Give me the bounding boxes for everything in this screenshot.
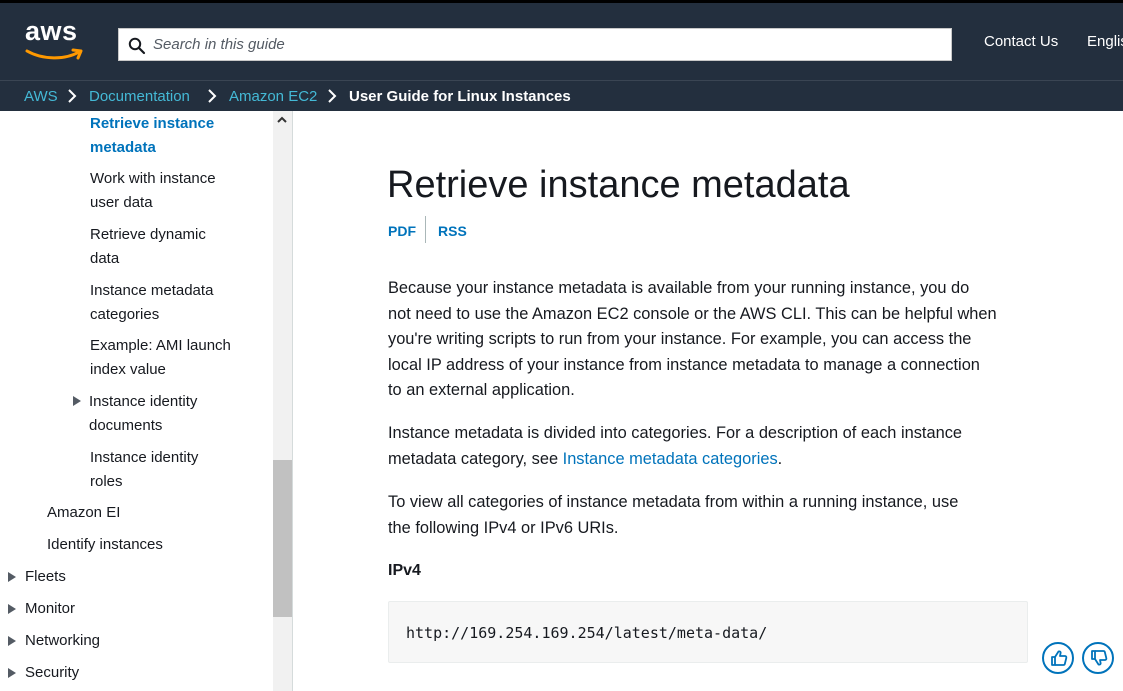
sidebar-item-label: Instance identity <box>90 449 199 466</box>
sidebar-item-label: Work with instance <box>90 170 216 187</box>
sidebar-item-label: Instance identity <box>89 393 198 410</box>
caret-right-icon[interactable] <box>7 668 17 678</box>
sidebar-item-label: roles <box>90 472 123 490</box>
paragraph-line: To view all categories of instance metad… <box>388 493 959 511</box>
sidebar-item-metadata-categories[interactable]: Instance metadata categories <box>90 279 213 326</box>
sidebar-scrollbar-thumb[interactable] <box>273 460 292 617</box>
language-selector[interactable]: Englis <box>1087 33 1123 50</box>
caret-right-icon[interactable] <box>7 604 17 614</box>
search-box[interactable] <box>118 28 952 61</box>
uris-paragraph: To view all categories of instance metad… <box>388 490 1038 541</box>
sidebar-item-label: Retrieve instance <box>90 115 215 132</box>
sidebar-item-monitor[interactable]: Monitor <box>25 597 75 621</box>
caret-right-icon[interactable] <box>7 636 17 646</box>
paragraph-line: you're writing scripts to run from your … <box>388 330 972 349</box>
thumbs-up-button[interactable] <box>1042 642 1074 674</box>
search-input[interactable] <box>153 32 933 57</box>
aws-smile-icon <box>25 48 83 60</box>
page-title: Retrieve instance metadata <box>387 164 850 206</box>
intro-paragraph: Because your instance metadata is availa… <box>388 276 1038 404</box>
breadcrumb-current: User Guide for Linux Instances <box>349 88 571 105</box>
rss-link[interactable]: RSS <box>438 223 467 239</box>
metadata-categories-link[interactable]: Instance metadata categories <box>563 450 778 468</box>
sidebar-item-retrieve-instance-metadata[interactable]: Retrieve instance metadata <box>90 112 214 159</box>
sidebar-item-ami-launch-index[interactable]: Example: AMI launch index value <box>90 334 231 381</box>
divider <box>425 216 426 243</box>
pdf-link[interactable]: PDF <box>388 223 416 239</box>
breadcrumb: AWS Documentation Amazon EC2 User Guide … <box>0 80 1123 111</box>
sidebar-item-label: data <box>90 249 120 267</box>
sidebar-item-fleets[interactable]: Fleets <box>25 565 66 589</box>
sidebar-item-label: metadata <box>90 138 156 156</box>
contact-us-link[interactable]: Contact Us <box>984 33 1058 50</box>
paragraph-line: local IP address of your instance from i… <box>388 355 980 374</box>
chevron-right-icon <box>328 89 337 103</box>
sidebar-item-work-with-user-data[interactable]: Work with instance user data <box>90 167 216 214</box>
sidebar-item-label: Instance metadata <box>90 282 214 299</box>
ipv4-uri-code[interactable]: http://169.254.169.254/latest/meta-data/ <box>406 624 767 642</box>
breadcrumb-documentation[interactable]: Documentation <box>89 88 190 105</box>
thumbs-down-button[interactable] <box>1082 642 1114 674</box>
search-icon <box>128 37 146 55</box>
caret-right-icon[interactable] <box>72 396 82 406</box>
sidebar-item-security[interactable]: Security <box>25 661 79 685</box>
paragraph-line: metadata category, see Instance metadata… <box>388 449 783 468</box>
sidebar-item-identity-documents[interactable]: Instance identity documents <box>89 390 197 437</box>
ipv4-heading: IPv4 <box>388 562 421 579</box>
sidebar-item-label: index value <box>90 360 166 378</box>
chevron-up-icon[interactable] <box>276 115 288 125</box>
sidebar-item-networking[interactable]: Networking <box>25 629 100 653</box>
sidebar-item-label: user data <box>90 193 153 211</box>
chevron-right-icon <box>208 89 217 103</box>
chevron-right-icon <box>68 89 77 103</box>
breadcrumb-aws[interactable]: AWS <box>24 88 58 105</box>
paragraph-line: Instance metadata is divided into catego… <box>388 424 963 442</box>
sidebar-item-label: Example: AMI launch <box>90 337 231 354</box>
sidebar-item-label: categories <box>90 305 160 323</box>
sidebar-nav: Retrieve instance metadata Work with ins… <box>0 111 293 691</box>
caret-right-icon[interactable] <box>7 572 17 582</box>
paragraph-line: to an external application. <box>388 381 575 400</box>
breadcrumb-amazon-ec2[interactable]: Amazon EC2 <box>229 88 317 105</box>
categories-paragraph: Instance metadata is divided into catego… <box>388 421 1038 472</box>
top-header: aws Contact Us Englis <box>0 0 1123 80</box>
thumbs-up-icon <box>1051 650 1068 666</box>
sidebar-item-amazon-ei[interactable]: Amazon EI <box>47 501 120 525</box>
sidebar-item-identity-roles[interactable]: Instance identity roles <box>90 446 198 493</box>
aws-logo-text: aws <box>25 16 78 46</box>
paragraph-line: the following IPv4 or IPv6 URIs. <box>388 518 619 537</box>
thumbs-down-icon <box>1091 650 1108 666</box>
sidebar-item-retrieve-dynamic-data[interactable]: Retrieve dynamic data <box>90 223 206 270</box>
aws-logo[interactable]: aws <box>25 18 89 66</box>
sidebar-item-label: documents <box>89 416 163 434</box>
code-block[interactable]: http://169.254.169.254/latest/meta-data/ <box>388 601 1028 663</box>
sidebar-item-identify-instances[interactable]: Identify instances <box>47 533 163 557</box>
sidebar-item-label: Retrieve dynamic <box>90 226 206 243</box>
paragraph-line: Because your instance metadata is availa… <box>388 279 970 297</box>
paragraph-line: not need to use the Amazon EC2 console o… <box>388 304 997 323</box>
